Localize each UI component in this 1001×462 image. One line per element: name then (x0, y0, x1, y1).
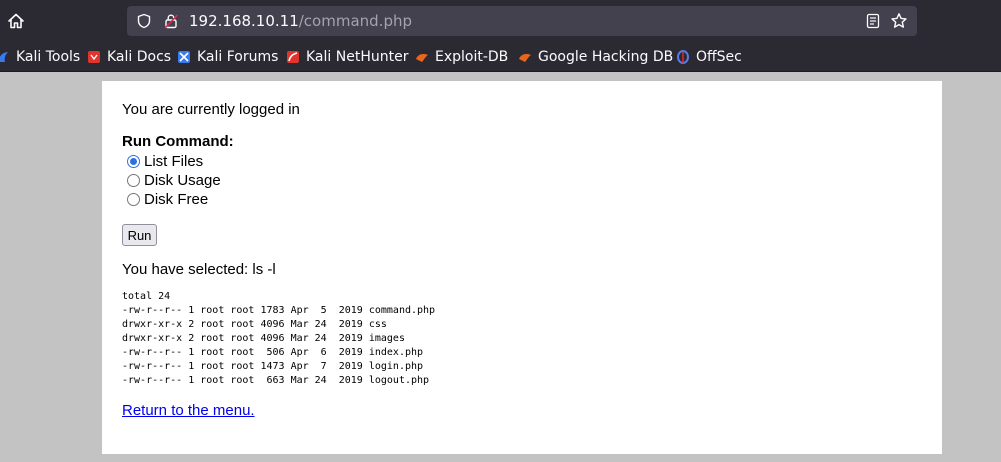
bookmark-google-hacking-db[interactable]: Google Hacking DB (518, 47, 673, 67)
return-to-menu-link[interactable]: Return to the menu. (122, 402, 255, 419)
ghdb-icon (519, 54, 531, 62)
insecure-lock-icon[interactable] (163, 13, 179, 29)
run-button[interactable]: Run (122, 224, 157, 246)
shield-icon[interactable] (136, 13, 152, 29)
bookmark-label: Kali NetHunter (306, 49, 409, 65)
bookmark-label: Kali Tools (16, 49, 81, 65)
kali-docs-icon (88, 51, 100, 63)
url-host: 192.168.10.11 (189, 12, 299, 30)
bookmark-kali-nethunter[interactable]: Kali NetHunter (286, 47, 408, 67)
command-output: total 24 -rw-r--r-- 1 root root 1783 Apr… (122, 291, 436, 386)
option-label: List Files (144, 152, 204, 170)
option-disk-usage[interactable]: Disk Usage (127, 171, 221, 189)
bookmark-offsec[interactable]: OffSec (676, 47, 742, 67)
radio-disk-free[interactable] (127, 192, 140, 206)
radio-disk-usage[interactable] (127, 173, 140, 187)
browser-toolbar: 192.168.10.11/command.php (0, 0, 1001, 42)
option-label: Disk Free (144, 190, 209, 208)
bookmark-star-icon[interactable] (890, 12, 908, 30)
home-button[interactable] (4, 8, 28, 34)
bookmark-exploit-db[interactable]: Exploit-DB (415, 47, 508, 67)
bookmark-label: Kali Forums (197, 49, 279, 65)
option-list-files[interactable]: List Files (127, 152, 203, 170)
bookmark-kali-tools[interactable]: Kali Tools (0, 47, 80, 67)
url-bar[interactable]: 192.168.10.11/command.php (127, 6, 917, 36)
kali-dragon-icon (0, 52, 8, 62)
bookmark-label: Google Hacking DB (538, 49, 674, 65)
bookmark-label: Kali Docs (107, 49, 172, 65)
option-label: Disk Usage (144, 171, 221, 189)
selected-command: You have selected: ls -l (122, 261, 276, 278)
bookmarks-toolbar: Kali Tools Kali Docs Kali Forums Kali Ne… (0, 42, 1001, 72)
url-text[interactable]: 192.168.10.11/command.php (189, 12, 412, 30)
url-path: /command.php (298, 12, 412, 30)
bookmark-kali-docs[interactable]: Kali Docs (87, 47, 171, 67)
bookmark-label: Exploit-DB (435, 49, 509, 65)
exploit-db-icon (416, 54, 428, 62)
kali-forums-icon (178, 51, 190, 63)
login-status: You are currently logged in (122, 101, 300, 118)
home-icon (8, 13, 24, 29)
run-command-label: Run Command: (122, 133, 234, 150)
radio-list-files[interactable] (127, 154, 140, 168)
reader-view-icon[interactable] (865, 13, 881, 29)
page-content: You are currently logged in Run Command:… (102, 81, 942, 454)
offsec-icon (677, 50, 689, 64)
bookmark-kali-forums[interactable]: Kali Forums (177, 47, 278, 67)
option-disk-free[interactable]: Disk Free (127, 190, 208, 208)
kali-nethunter-icon (287, 51, 299, 63)
bookmark-label: OffSec (696, 49, 742, 65)
